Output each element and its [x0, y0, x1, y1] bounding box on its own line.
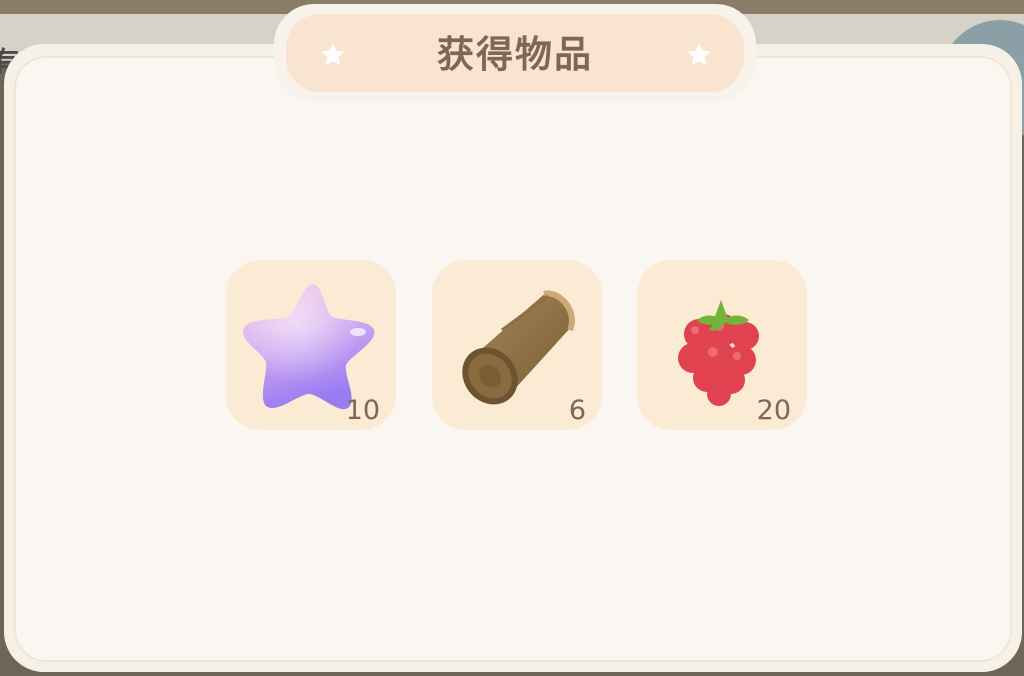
title-tab: 获得物品	[286, 14, 744, 92]
item-slot-raspberry[interactable]: 20	[637, 260, 807, 430]
item-list: 10 6 20	[226, 260, 810, 432]
item-quantity: 6	[568, 395, 586, 426]
item-slot-star[interactable]: 10	[226, 260, 396, 430]
item-slot-wood[interactable]: 6	[432, 260, 602, 430]
star-icon	[688, 43, 710, 65]
star-icon	[322, 43, 344, 65]
item-quantity: 10	[345, 395, 380, 426]
game-screen: 有直播活动 获得物品	[0, 0, 1024, 676]
item-quantity: 20	[756, 395, 791, 426]
dialog-title: 获得物品	[437, 33, 593, 76]
